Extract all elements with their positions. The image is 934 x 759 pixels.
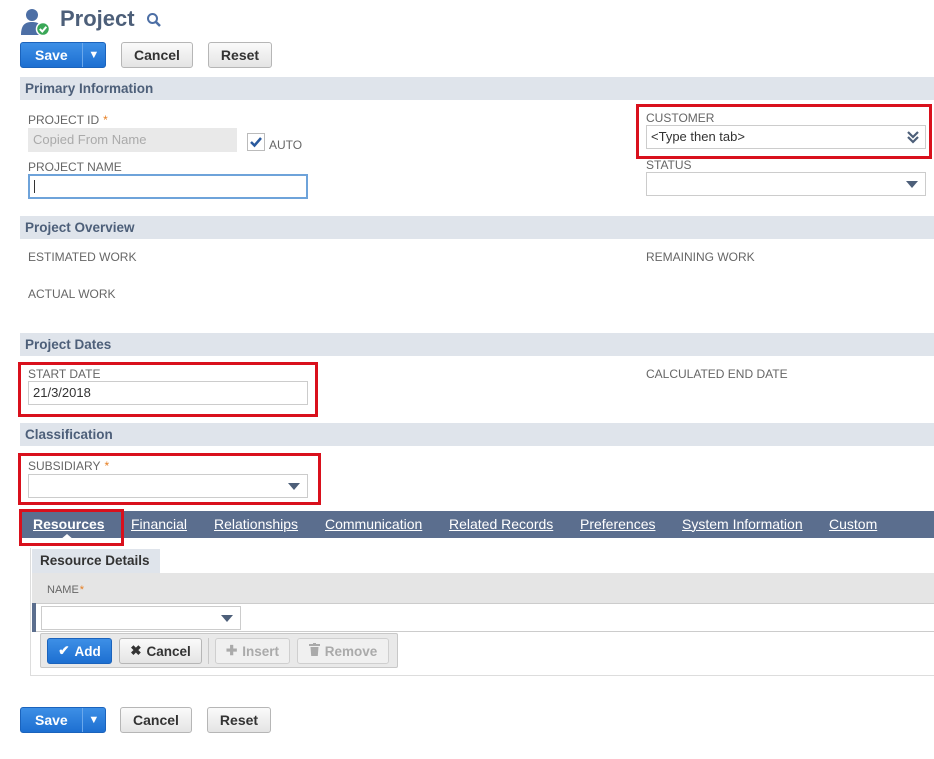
check-icon xyxy=(250,137,262,148)
resource-name-select[interactable] xyxy=(41,606,241,630)
customer-input[interactable]: <Type then tab> xyxy=(646,125,926,149)
estimated-work-label: ESTIMATED WORK xyxy=(28,250,137,264)
grid-cancel-label: Cancel xyxy=(146,643,191,659)
cancel-button[interactable]: Cancel xyxy=(121,42,193,68)
section-project-dates: Project Dates xyxy=(20,333,934,356)
dropdown-arrow-icon xyxy=(906,181,918,188)
tab-communication[interactable]: Communication xyxy=(325,511,422,538)
start-date-label: START DATE xyxy=(28,367,101,381)
required-marker: * xyxy=(104,459,110,473)
save-button[interactable]: Save ▼ xyxy=(20,42,106,68)
save-label: Save xyxy=(35,712,68,728)
subtab-bar: Resources Financial Relationships Commun… xyxy=(20,511,934,538)
active-tab-pointer xyxy=(60,534,74,540)
insert-label: Insert xyxy=(242,643,280,659)
customer-value: <Type then tab> xyxy=(651,129,745,144)
project-id-input: Copied From Name xyxy=(28,128,237,152)
tab-financial[interactable]: Financial xyxy=(131,511,187,538)
auto-checkbox[interactable] xyxy=(247,133,265,151)
remove-label: Remove xyxy=(324,643,378,659)
search-icon[interactable] xyxy=(146,12,162,28)
project-user-icon xyxy=(20,8,52,37)
save-button-bottom[interactable]: Save ▼ xyxy=(20,707,106,733)
subsidiary-select[interactable] xyxy=(28,474,308,498)
project-name-label: PROJECT NAME xyxy=(28,160,122,174)
tab-related-records[interactable]: Related Records xyxy=(449,511,553,538)
status-select[interactable] xyxy=(646,172,926,196)
tab-preferences[interactable]: Preferences xyxy=(580,511,655,538)
calculated-end-date-label: CALCULATED END DATE xyxy=(646,367,788,381)
dropdown-arrow-icon xyxy=(221,615,233,622)
resource-grid-header xyxy=(32,573,934,603)
reset-button-bottom[interactable]: Reset xyxy=(207,707,271,733)
tab-custom[interactable]: Custom xyxy=(829,511,877,538)
tab-system-information[interactable]: System Information xyxy=(682,511,803,538)
trash-icon xyxy=(308,643,320,659)
save-dropdown-icon[interactable]: ▼ xyxy=(81,708,105,732)
remaining-work-label: REMAINING WORK xyxy=(646,250,755,264)
remove-button[interactable]: Remove xyxy=(297,638,389,664)
subtab-resource-details[interactable]: Resource Details xyxy=(32,549,160,573)
page-title: Project xyxy=(60,6,135,31)
save-label: Save xyxy=(35,47,68,63)
toolbar-divider xyxy=(208,638,209,664)
project-id-label: PROJECT ID * xyxy=(28,113,108,127)
save-dropdown-icon[interactable]: ▼ xyxy=(81,43,105,67)
grid-cancel-button[interactable]: ✖ Cancel xyxy=(119,638,202,664)
required-marker: * xyxy=(103,113,108,127)
close-icon: ✖ xyxy=(130,643,142,658)
reset-button[interactable]: Reset xyxy=(208,42,272,68)
customer-label: CUSTOMER xyxy=(646,111,715,125)
plus-icon: ✚ xyxy=(225,643,238,658)
cancel-button-bottom[interactable]: Cancel xyxy=(120,707,192,733)
start-date-input[interactable]: 21/3/2018 xyxy=(28,381,308,405)
row-indicator xyxy=(32,603,36,632)
section-project-overview: Project Overview xyxy=(20,216,934,239)
dropdown-arrow-icon xyxy=(288,483,300,490)
actual-work-label: ACTUAL WORK xyxy=(28,287,116,301)
section-classification: Classification xyxy=(20,423,934,446)
insert-button[interactable]: ✚ Insert xyxy=(215,638,290,664)
double-chevron-down-icon[interactable] xyxy=(906,129,920,152)
name-column-header: NAME* xyxy=(47,584,85,596)
check-icon: ✔ xyxy=(58,643,70,658)
auto-label: AUTO xyxy=(269,138,303,152)
tab-relationships[interactable]: Relationships xyxy=(214,511,298,538)
project-name-input[interactable] xyxy=(28,174,308,199)
required-marker: * xyxy=(79,584,85,596)
section-primary-information: Primary Information xyxy=(20,77,934,100)
add-button[interactable]: ✔ Add xyxy=(47,638,112,664)
text-cursor xyxy=(34,180,35,193)
subsidiary-label: SUBSIDIARY * xyxy=(28,459,110,473)
add-label: Add xyxy=(74,643,101,659)
status-label: STATUS xyxy=(646,158,692,172)
